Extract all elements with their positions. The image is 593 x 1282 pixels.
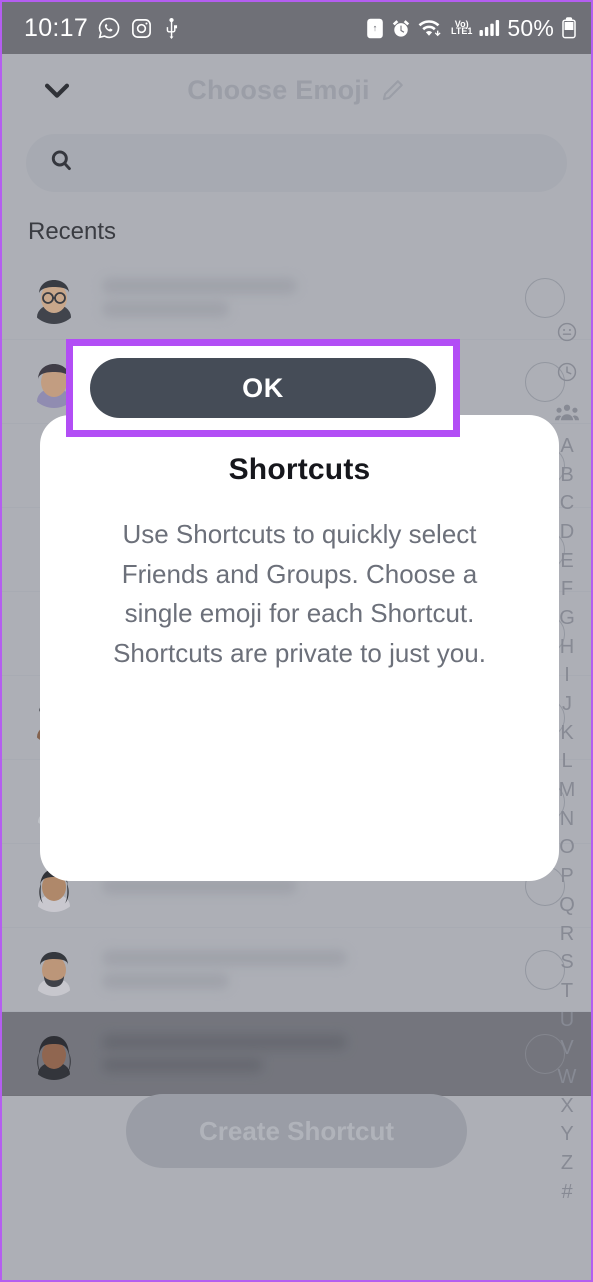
wifi-icon — [418, 18, 444, 39]
volte-icon: Vo) LTE1 — [451, 18, 473, 36]
instagram-icon — [130, 17, 153, 40]
phone-screenshot: 10:17 Vo) LTE1 50% Choose Emoji Recents … — [0, 0, 593, 1282]
status-bar-left: 10:17 — [24, 14, 181, 43]
shortcuts-dialog: Shortcuts Use Shortcuts to quickly selec… — [40, 415, 559, 881]
battery-percent-label: 50% — [507, 14, 554, 41]
whatsapp-icon — [97, 16, 121, 40]
usb-icon — [162, 17, 181, 40]
battery-icon — [561, 17, 577, 39]
status-bar-clock: 10:17 — [24, 13, 89, 42]
annotation-highlight-box: OK — [66, 339, 460, 437]
signal-icon — [479, 19, 500, 37]
status-bar-right: Vo) LTE1 50% — [366, 15, 577, 42]
screenshot-save-icon — [366, 18, 384, 39]
dialog-title: Shortcuts — [228, 453, 371, 486]
status-bar: 10:17 Vo) LTE1 50% — [2, 2, 591, 54]
ok-button[interactable]: OK — [90, 358, 436, 418]
dialog-body: Use Shortcuts to quickly select Friends … — [113, 519, 486, 668]
alarm-icon — [391, 18, 411, 39]
